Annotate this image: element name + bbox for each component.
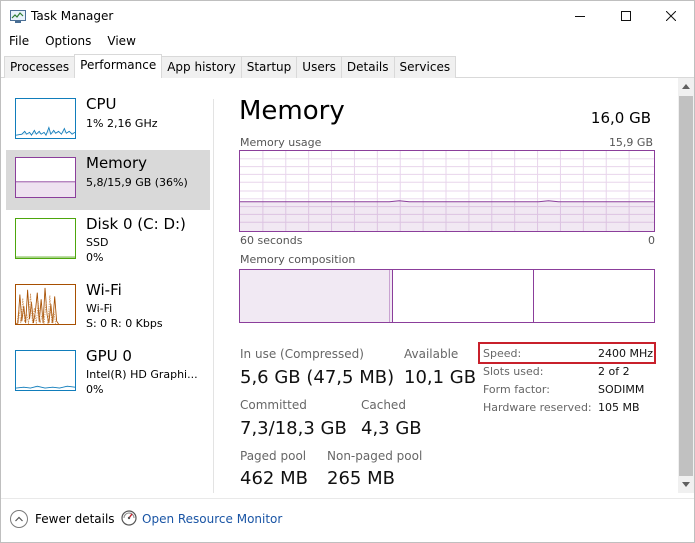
paged-pool-value: 462 MB bbox=[240, 468, 308, 489]
graph-time-right: 0 bbox=[648, 234, 655, 247]
sidebar-gpu-name: GPU 0 bbox=[86, 347, 132, 365]
chevron-up-icon bbox=[15, 516, 23, 522]
tab-details[interactable]: Details bbox=[340, 56, 395, 78]
gpu-thumbnail-graph bbox=[15, 350, 76, 391]
composition-free-segment[interactable] bbox=[534, 270, 654, 322]
sidebar-gpu-model: Intel(R) HD Graphi... bbox=[86, 368, 198, 381]
memory-usage-graph bbox=[239, 150, 655, 232]
form-factor-value: SODIMM bbox=[598, 383, 645, 396]
chevron-down-icon bbox=[682, 482, 690, 487]
cpu-thumbnail-graph bbox=[15, 98, 76, 139]
sidebar-disk-type: SSD bbox=[86, 236, 109, 249]
task-manager-app-icon bbox=[10, 10, 26, 23]
sidebar-item-gpu[interactable]: GPU 0 Intel(R) HD Graphi... 0% bbox=[6, 343, 210, 403]
hardware-reserved-value: 105 MB bbox=[598, 401, 640, 414]
scroll-down-arrow[interactable] bbox=[678, 476, 694, 493]
page-title: Memory bbox=[239, 96, 345, 126]
fewer-details-link[interactable]: Fewer details bbox=[35, 512, 115, 526]
composition-standby-segment[interactable] bbox=[393, 270, 534, 322]
memory-usage-max: 15,9 GB bbox=[608, 136, 653, 149]
sidebar-wifi-name: Wi-Fi bbox=[86, 281, 122, 299]
tab-app-history[interactable]: App history bbox=[161, 56, 242, 78]
sidebar-item-wifi[interactable]: Wi-Fi Wi-Fi S: 0 R: 0 Kbps bbox=[6, 277, 210, 337]
tab-services[interactable]: Services bbox=[393, 56, 457, 78]
footer: Fewer details Open Resource Monitor bbox=[1, 500, 694, 542]
cached-label: Cached bbox=[361, 398, 406, 412]
speed-label: Speed: bbox=[483, 347, 522, 360]
tab-strip: Processes Performance App history Startu… bbox=[4, 54, 457, 78]
performance-sidebar: CPU 1% 2,16 GHz Memory 5,8/15,9 GB (36%)… bbox=[1, 78, 215, 493]
sidebar-wifi-throughput: S: 0 R: 0 Kbps bbox=[86, 317, 163, 330]
maximize-button[interactable] bbox=[603, 1, 649, 31]
tab-processes[interactable]: Processes bbox=[4, 56, 76, 78]
chevron-up-icon bbox=[682, 84, 690, 89]
memory-thumbnail-graph bbox=[15, 157, 76, 198]
sidebar-item-disk[interactable]: Disk 0 (C: D:) SSD 0% bbox=[6, 211, 210, 271]
in-use-value: 5,6 GB (47,5 MB) bbox=[240, 367, 395, 388]
menu-options[interactable]: Options bbox=[37, 32, 99, 52]
title-bar[interactable]: Task Manager bbox=[1, 1, 694, 31]
sidebar-disk-name: Disk 0 (C: D:) bbox=[86, 215, 186, 233]
available-value: 10,1 GB bbox=[404, 367, 477, 388]
maximize-icon bbox=[621, 11, 631, 21]
form-factor-label: Form factor: bbox=[483, 383, 550, 396]
sidebar-disk-usage: 0% bbox=[86, 251, 104, 264]
committed-label: Committed bbox=[240, 398, 307, 412]
sidebar-cpu-usage: 1% 2,16 GHz bbox=[86, 117, 158, 130]
speed-value: 2400 MHz bbox=[598, 347, 654, 360]
tab-users[interactable]: Users bbox=[296, 56, 342, 78]
menu-bar: File Options View bbox=[1, 32, 144, 52]
vertical-scrollbar[interactable] bbox=[678, 78, 694, 493]
menu-view[interactable]: View bbox=[99, 32, 143, 52]
slots-used-label: Slots used: bbox=[483, 365, 544, 378]
close-button[interactable] bbox=[648, 1, 694, 31]
wifi-thumbnail-graph bbox=[15, 284, 76, 325]
memory-total: 16,0 GB bbox=[590, 109, 651, 127]
tab-performance[interactable]: Performance bbox=[74, 54, 163, 78]
window-title: Task Manager bbox=[31, 9, 114, 23]
committed-value: 7,3/18,3 GB bbox=[240, 418, 347, 439]
tab-startup[interactable]: Startup bbox=[240, 56, 298, 78]
sidebar-memory-usage: 5,8/15,9 GB (36%) bbox=[86, 176, 188, 189]
slots-used-value: 2 of 2 bbox=[598, 365, 630, 378]
paged-pool-label: Paged pool bbox=[240, 449, 307, 463]
task-manager-window: Task Manager File Options View Processes… bbox=[0, 0, 695, 543]
available-label: Available bbox=[404, 347, 459, 361]
in-use-label: In use (Compressed) bbox=[240, 347, 364, 361]
sidebar-memory-name: Memory bbox=[86, 154, 148, 172]
footer-divider bbox=[1, 498, 694, 499]
memory-usage-label: Memory usage bbox=[240, 136, 322, 149]
sidebar-item-memory[interactable]: Memory 5,8/15,9 GB (36%) bbox=[6, 150, 210, 210]
cached-value: 4,3 GB bbox=[361, 418, 422, 439]
hardware-reserved-label: Hardware reserved: bbox=[483, 401, 592, 414]
sidebar-cpu-name: CPU bbox=[86, 95, 117, 113]
sidebar-wifi-adapter: Wi-Fi bbox=[86, 302, 113, 315]
memory-composition-bar bbox=[239, 269, 655, 323]
minimize-button[interactable] bbox=[557, 1, 603, 31]
non-paged-pool-label: Non-paged pool bbox=[327, 449, 423, 463]
composition-in-use-segment[interactable] bbox=[240, 270, 389, 322]
menu-file[interactable]: File bbox=[1, 32, 37, 52]
sidebar-item-cpu[interactable]: CPU 1% 2,16 GHz bbox=[6, 91, 210, 151]
resource-monitor-icon[interactable] bbox=[121, 510, 137, 526]
open-resource-monitor-link[interactable]: Open Resource Monitor bbox=[142, 512, 282, 526]
disk-thumbnail-graph bbox=[15, 218, 76, 259]
memory-composition-label: Memory composition bbox=[240, 253, 356, 266]
scrollbar-thumb[interactable] bbox=[679, 96, 693, 476]
close-icon bbox=[666, 11, 676, 21]
fewer-details-button[interactable] bbox=[10, 510, 28, 528]
scroll-up-arrow[interactable] bbox=[678, 78, 694, 95]
non-paged-pool-value: 265 MB bbox=[327, 468, 395, 489]
sidebar-divider bbox=[213, 99, 214, 493]
sidebar-gpu-usage: 0% bbox=[86, 383, 104, 396]
graph-time-left: 60 seconds bbox=[240, 234, 303, 247]
minimize-icon bbox=[575, 16, 585, 17]
